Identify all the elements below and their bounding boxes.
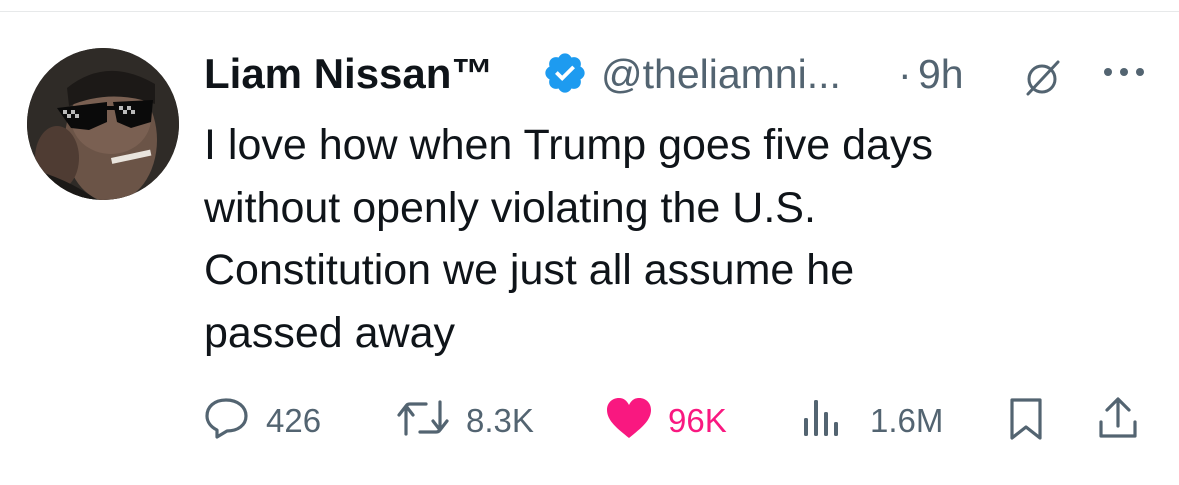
- timestamp[interactable]: 9h: [918, 51, 964, 98]
- share-button[interactable]: [1096, 390, 1140, 450]
- heart-icon: [607, 398, 651, 438]
- action-bar: 426 8.3K 96K 1.6M: [0, 390, 1179, 450]
- display-name[interactable]: Liam Nissan™: [204, 50, 493, 98]
- like-button[interactable]: 96K: [604, 390, 754, 450]
- tweet-text-line: without openly violating the U.S.: [204, 183, 816, 232]
- tweet-text-line: Constitution we just all assume he: [204, 246, 855, 294]
- tweet-header: Liam Nissan™ @theliamni... · 9h: [204, 44, 1154, 104]
- tweet-text-line: I love how when Trump goes five days: [204, 121, 933, 169]
- bookmark-button[interactable]: [1008, 390, 1048, 450]
- empty-set-icon: [1026, 60, 1060, 96]
- bookmark-icon: [1010, 398, 1042, 440]
- repost-count: 8.3K: [466, 402, 534, 439]
- speech-bubble-icon: [205, 398, 248, 439]
- tweet-text-line: passed away: [204, 308, 455, 357]
- repost-button[interactable]: 8.3K: [396, 390, 556, 450]
- tweet-text: I love how when Trump goes five days wit…: [204, 114, 1134, 364]
- handle[interactable]: @theliamni...: [601, 51, 841, 98]
- views-button[interactable]: 1.6M: [800, 390, 950, 450]
- repost-arrows-icon: [397, 400, 449, 436]
- reply-count: 426: [266, 402, 322, 439]
- verified-badge-icon[interactable]: [542, 50, 588, 96]
- separator-dot: ·: [898, 51, 912, 97]
- reply-button[interactable]: 426: [204, 390, 344, 450]
- share-upload-icon: [1099, 397, 1137, 438]
- top-divider: [0, 11, 1179, 12]
- bar-chart-icon: [804, 400, 838, 436]
- more-dots-icon[interactable]: [1102, 65, 1146, 79]
- views-count: 1.6M: [870, 402, 944, 439]
- avatar[interactable]: [27, 48, 179, 200]
- like-count: 96K: [668, 402, 727, 439]
